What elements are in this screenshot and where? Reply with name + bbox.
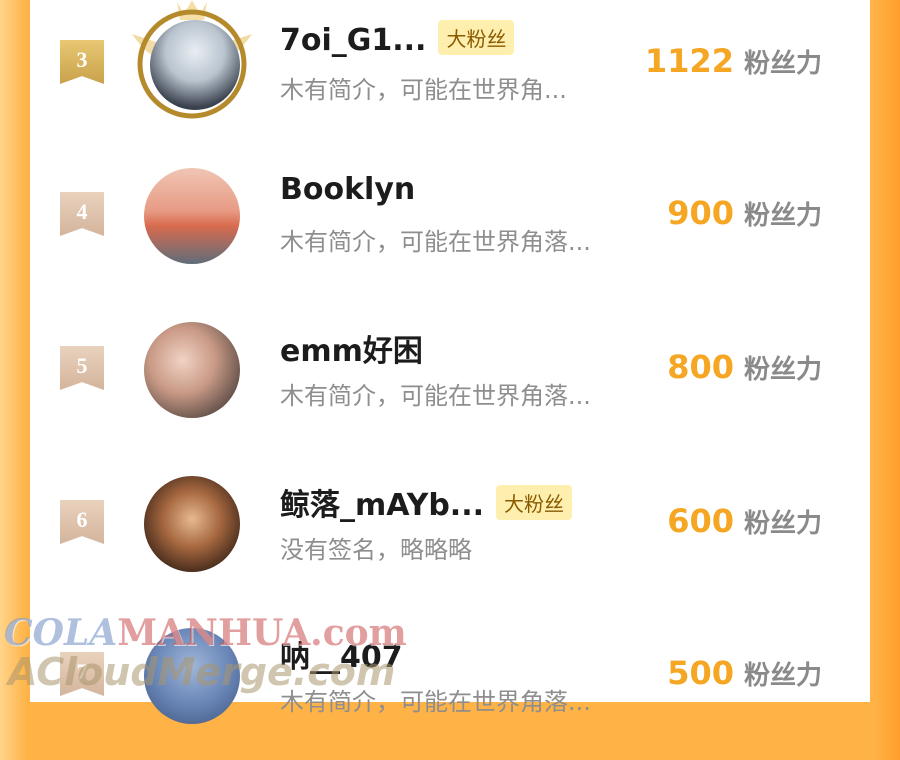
fan-score: 800 粉丝力 [667, 348, 822, 386]
user-avatar[interactable] [144, 322, 240, 418]
big-fan-badge: 大粉丝 [438, 20, 515, 55]
fan-score-unit: 粉丝力 [743, 201, 822, 231]
rank-badge: 5 [60, 346, 104, 390]
fan-score: 500 粉丝力 [667, 654, 822, 692]
big-fan-badge: 大粉丝 [496, 485, 572, 520]
site-watermark-secondary: ACloudMerge.com [8, 650, 396, 694]
user-name[interactable]: 7oi_G1... 大粉丝 [280, 20, 515, 58]
user-avatar[interactable] [144, 476, 240, 572]
site-watermark: COLAMANHUA.com [4, 612, 407, 654]
fan-score-unit: 粉丝力 [743, 509, 822, 539]
fan-score: 1122 粉丝力 [645, 42, 822, 80]
user-avatar[interactable] [150, 20, 240, 110]
ranking-row[interactable]: 6 鲸落_mAYb... 大粉丝 没有签名，略略略 600 粉丝力 [30, 458, 870, 608]
rank-badge: 4 [60, 192, 104, 236]
fan-ranking-panel: 3 7oi_G1... 大粉丝 木有简介，可能在世界角... 1122 粉丝力 4 … [30, 0, 870, 724]
user-name-text: 鲸落_mAYb... [280, 488, 484, 523]
fan-score-value: 500 [667, 654, 734, 692]
fan-score-unit: 粉丝力 [743, 355, 822, 385]
fan-score-value: 1122 [644, 42, 734, 80]
user-name[interactable]: emm好困 [280, 326, 423, 370]
fan-score-value: 900 [667, 194, 734, 232]
rank-badge: 3 [60, 40, 104, 84]
watermark-cola: COLA [4, 612, 118, 654]
user-bio: 木有简介，可能在世界角... [280, 76, 567, 104]
user-bio: 没有签名，略略略 [280, 536, 472, 564]
user-name-text: 7oi_G1... [280, 23, 427, 58]
fan-score: 600 粉丝力 [667, 502, 822, 540]
fan-score-unit: 粉丝力 [743, 49, 822, 79]
user-bio: 木有简介，可能在世界角落... [280, 228, 591, 256]
ranking-row[interactable]: 5 emm好困 木有简介，可能在世界角落... 800 粉丝力 [30, 304, 870, 454]
user-name[interactable]: Booklyn [280, 172, 415, 207]
fan-score-unit: 粉丝力 [743, 661, 822, 691]
ranking-row[interactable]: 4 Booklyn 木有简介，可能在世界角落... 900 粉丝力 [30, 150, 870, 300]
fan-score-value: 600 [667, 502, 734, 540]
ranking-row[interactable]: 3 7oi_G1... 大粉丝 木有简介，可能在世界角... 1122 粉丝力 [30, 0, 870, 148]
user-name[interactable]: 鲸落_mAYb... 大粉丝 [280, 480, 572, 524]
fan-score: 900 粉丝力 [667, 194, 822, 232]
fan-score-value: 800 [667, 348, 734, 386]
user-avatar[interactable] [144, 168, 240, 264]
watermark-manhua: MANHUA.com [117, 612, 407, 654]
user-bio: 木有简介，可能在世界角落... [280, 382, 591, 410]
rank-badge: 6 [60, 500, 104, 544]
